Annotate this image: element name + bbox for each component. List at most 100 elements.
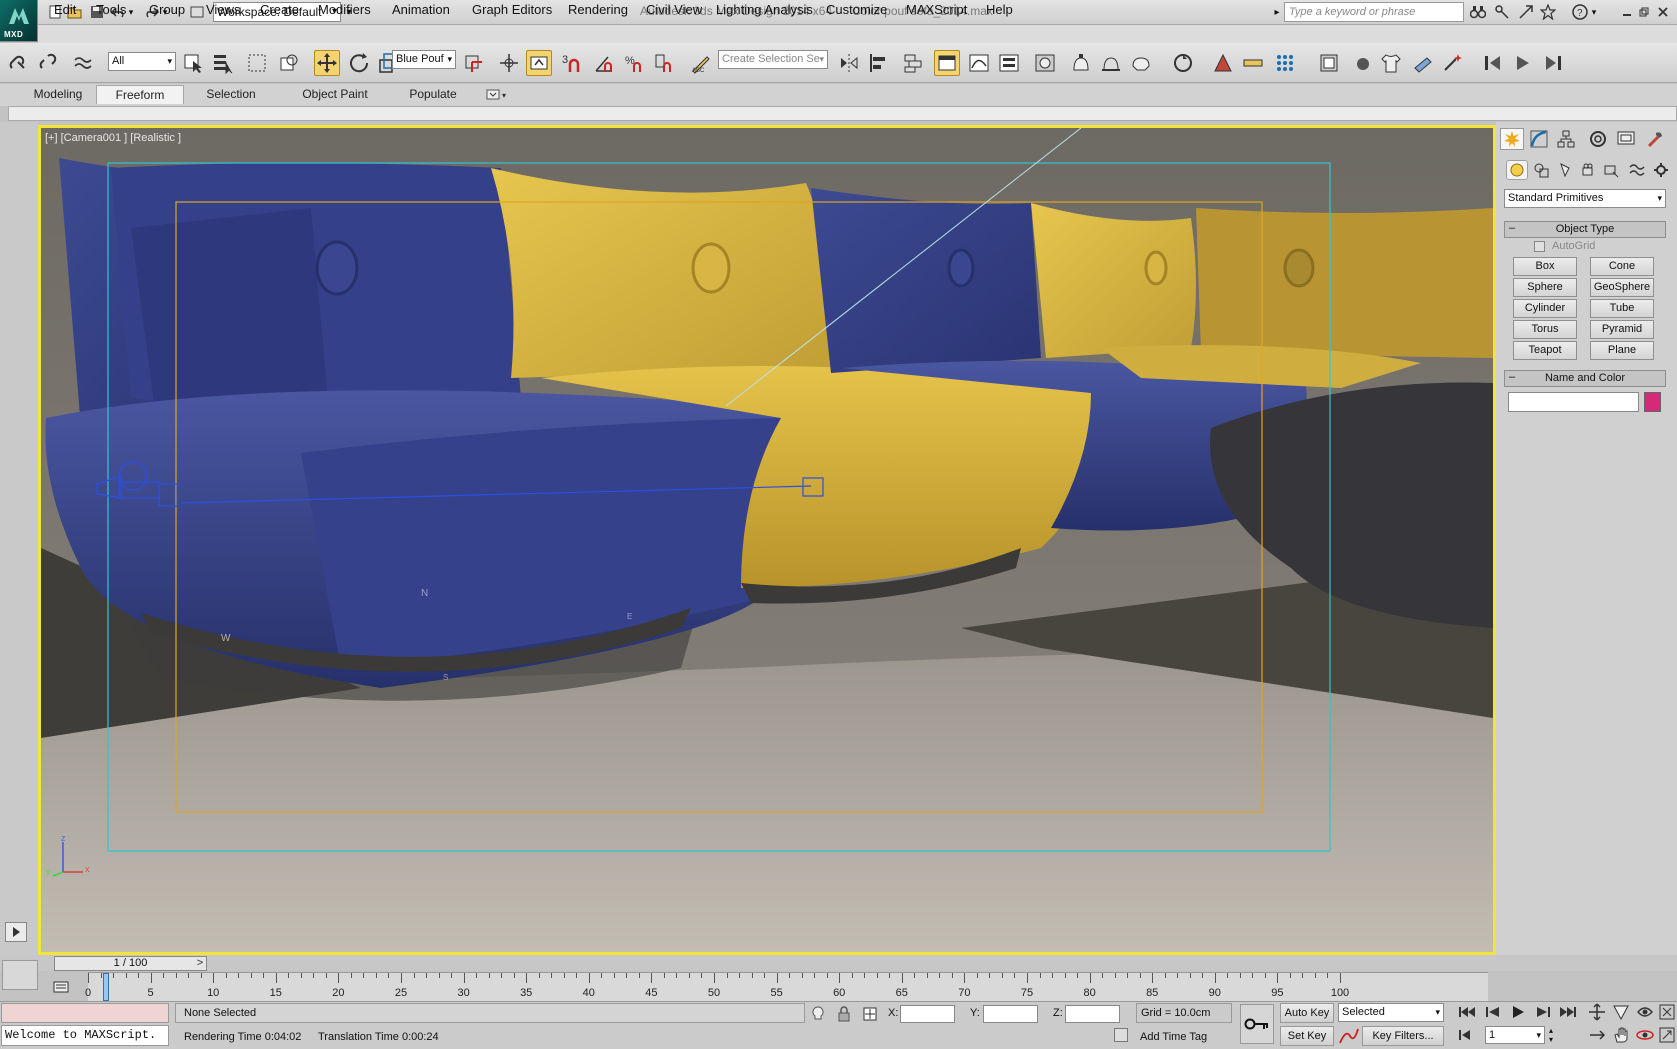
material-editor-icon[interactable] [1032, 50, 1058, 76]
civil-view-icon[interactable] [1210, 50, 1236, 76]
maximize-viewport-icon[interactable] [1658, 1003, 1676, 1021]
search-input[interactable]: Type a keyword or phrase [1284, 2, 1464, 22]
menu-lighting-analysis[interactable]: Lighting Analysis [716, 2, 813, 17]
teapot-button[interactable]: Teapot [1513, 341, 1577, 360]
camera-gizmo-icon[interactable] [91, 456, 191, 516]
modify-panel-tab-icon[interactable] [1527, 128, 1551, 150]
create-panel-tab-icon[interactable] [1500, 128, 1524, 150]
sketch-render-icon[interactable] [1316, 50, 1342, 76]
display-panel-tab-icon[interactable] [1614, 128, 1638, 150]
systems-category-icon[interactable] [1650, 160, 1672, 180]
menu-modifiers[interactable]: Modifiers [318, 2, 371, 17]
utilities-panel-tab-icon[interactable] [1643, 128, 1667, 150]
percent-snap-toggle-icon[interactable]: % [622, 50, 648, 76]
edit-named-selection-sets-icon[interactable]: ABC [688, 50, 714, 76]
current-frame-input[interactable]: 1 [1485, 1026, 1545, 1044]
motion-panel-tab-icon[interactable] [1586, 128, 1610, 150]
help-dropdown-icon[interactable]: ▾ [1589, 3, 1599, 21]
auto-key-button[interactable]: Auto Key [1280, 1003, 1334, 1023]
render-production-icon[interactable] [1128, 50, 1154, 76]
lights-category-icon[interactable] [1554, 160, 1576, 180]
plane-button[interactable]: Plane [1590, 341, 1654, 360]
torus-button[interactable]: Torus [1513, 320, 1577, 339]
field-of-view-icon[interactable] [1636, 1003, 1654, 1021]
object-name-input[interactable] [1508, 392, 1639, 412]
key-filter-curve-icon[interactable] [1338, 1027, 1360, 1045]
cone-button[interactable]: Cone [1590, 257, 1654, 276]
set-keys-key-icon[interactable] [1240, 1004, 1274, 1044]
project-folder-icon[interactable] [188, 3, 206, 21]
space-warps-category-icon[interactable] [1626, 160, 1648, 180]
primitive-category-dropdown[interactable]: Standard Primitives [1504, 189, 1666, 208]
restore-icon[interactable] [1637, 3, 1651, 21]
helpers-category-icon[interactable] [1600, 160, 1622, 180]
menu-maxscript[interactable]: MAXScript [906, 2, 967, 17]
menu-views[interactable]: Views [206, 2, 240, 17]
select-and-move-icon[interactable] [314, 50, 340, 76]
cylinder-button[interactable]: Cylinder [1513, 299, 1577, 318]
select-manipulate-icon[interactable] [460, 50, 486, 76]
geosphere-button[interactable]: GeoSphere [1590, 278, 1654, 297]
mini-curve-editor-toggle[interactable] [2, 960, 38, 990]
key-mode-dropdown[interactable]: Selected [1338, 1003, 1444, 1022]
cameras-category-icon[interactable] [1578, 160, 1600, 180]
align-icon[interactable] [866, 50, 892, 76]
name-and-color-rollout[interactable]: Name and Color [1504, 370, 1666, 387]
orbit-icon[interactable] [1636, 1026, 1654, 1044]
zoom-extents-icon[interactable] [1612, 1003, 1630, 1021]
tab-selection[interactable]: Selection [196, 85, 266, 104]
play-toolbar-icon[interactable] [1510, 50, 1536, 76]
menu-create[interactable]: Create [260, 2, 299, 17]
maxscript-listener-output[interactable] [1, 1003, 169, 1023]
select-by-name-icon[interactable] [210, 50, 236, 76]
lighting-analysis-icon[interactable] [1240, 50, 1266, 76]
key-filters-button[interactable]: Key Filters... [1362, 1026, 1444, 1046]
autogrid-checkbox[interactable] [1534, 241, 1545, 252]
mirror-icon[interactable] [836, 50, 862, 76]
select-and-rotate-icon[interactable] [346, 50, 372, 76]
tube-button[interactable]: Tube [1590, 299, 1654, 318]
tab-freeform[interactable]: Freeform [96, 85, 184, 104]
maximize-toggle-icon[interactable] [1658, 1026, 1676, 1044]
next-keyframe-toolbar-icon[interactable] [1540, 50, 1566, 76]
layer-dropdown[interactable]: Blue Pouf [392, 50, 456, 69]
search-expand-icon[interactable]: ▸ [1272, 3, 1282, 21]
minimize-icon[interactable] [1620, 3, 1634, 21]
selection-lock-icon[interactable] [836, 1006, 852, 1022]
x-coord-input[interactable] [900, 1005, 955, 1023]
toggle-scene-explorer-icon[interactable] [900, 50, 926, 76]
set-key-button[interactable]: Set Key [1280, 1026, 1334, 1046]
z-coord-input[interactable] [1065, 1005, 1120, 1023]
go-to-start-icon[interactable] [1456, 1003, 1478, 1021]
time-cursor[interactable] [103, 973, 109, 1001]
object-color-swatch[interactable] [1644, 392, 1661, 412]
undo-dropdown-icon[interactable]: ▾ [126, 3, 136, 21]
tab-object-paint[interactable]: Object Paint [290, 85, 380, 104]
use-pivot-point-center-icon[interactable] [496, 50, 522, 76]
app-menu-button[interactable]: MXD [0, 0, 38, 42]
object-type-rollout[interactable]: Object Type [1504, 221, 1666, 238]
next-frame-icon[interactable] [1532, 1003, 1554, 1021]
menu-help[interactable]: Help [986, 2, 1013, 17]
select-object-icon[interactable] [180, 50, 206, 76]
menu-edit[interactable]: Edit [54, 2, 76, 17]
menu-rendering[interactable]: Rendering [568, 2, 628, 17]
viewport-layout-expand-icon[interactable] [5, 922, 27, 942]
snaps-toggle-icon[interactable]: 3 [560, 50, 586, 76]
angle-snap-toggle-icon[interactable] [592, 50, 618, 76]
toggle-layer-explorer-icon[interactable] [934, 50, 960, 76]
particle-grid-icon[interactable] [1272, 50, 1298, 76]
unlink-selection-icon[interactable] [36, 50, 62, 76]
walk-through-icon[interactable] [1588, 1026, 1606, 1044]
binoculars-icon[interactable] [1468, 3, 1488, 21]
menu-graph-editors[interactable]: Graph Editors [472, 2, 552, 17]
menu-civil-view[interactable]: Civil View [646, 2, 702, 17]
communication-center-icon[interactable] [1516, 3, 1536, 21]
time-tag-icon[interactable] [1114, 1028, 1128, 1042]
previous-frame-icon[interactable] [1482, 1003, 1504, 1021]
keyboard-shortcut-override-icon[interactable] [526, 50, 552, 76]
hair-brush-icon[interactable] [1410, 50, 1436, 76]
geometry-category-icon[interactable] [1506, 160, 1528, 180]
subscription-key-icon[interactable] [1492, 3, 1512, 21]
curve-editor-icon[interactable] [966, 50, 992, 76]
